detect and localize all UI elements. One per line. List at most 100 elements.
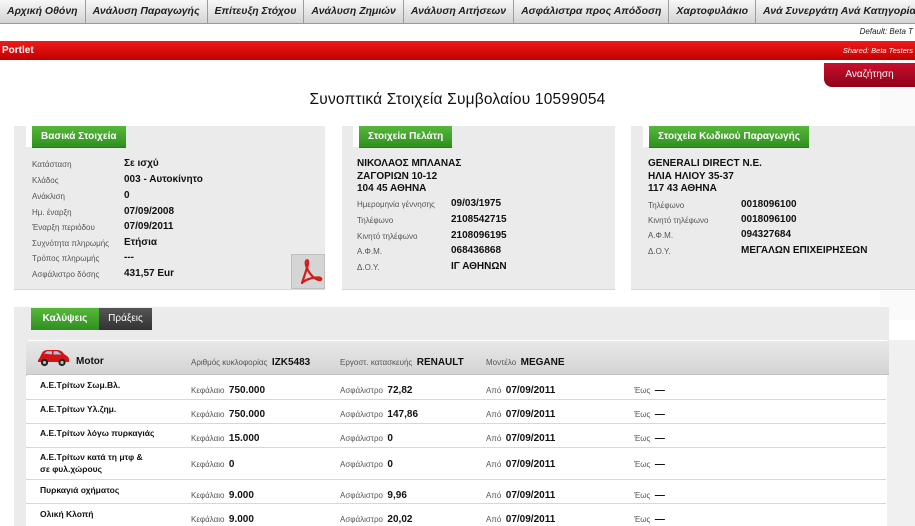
to-value: — [654,385,665,396]
nav-tab-premiums-to-return[interactable]: Ασφάλιστρα προς Απόδοση [514,0,670,23]
default-label: Default: Beta T [859,27,913,36]
maker-value: RENAULT [416,357,464,368]
top-navigation: Αρχική Οθόνη Ανάλυση Παραγωγής Επίτευξη … [0,0,915,24]
capital-label: Κεφάλαιο [191,434,225,443]
client-doy-value: ΙΓ ΑΘΗΝΩΝ [451,261,507,272]
tab-coverages[interactable]: Καλύψεις [31,308,99,330]
capital-value: 750.000 [228,409,266,420]
to-value: — [654,490,665,501]
premium-label: Ασφάλιστρο [340,386,383,395]
to-label: Έως [634,515,651,524]
premium-value: 72,82 [387,385,413,396]
nav-tab-requests-analysis[interactable]: Ανάλυση Αιτήσεων [403,0,515,23]
nav-tab-claims-analysis[interactable]: Ανάλυση Ζημιών [304,0,404,23]
coverage-name: Α.Ε.Τρίτων Υλ.ζημ. [40,404,117,414]
capital-value: 9.000 [228,490,254,501]
table-row: Α.Ε.Τρίτων Υλ.ζημ. Κεφάλαιο 750.000 Ασφά… [26,400,886,424]
nav-tab-by-partner-by-category[interactable]: Ανά Συνεργάτη Ανά Κατηγορία Προϊό [756,0,915,23]
coverage-name: Πυρκαγιά οχήματος [40,485,120,495]
right-gutter [887,340,915,526]
table-row: Α.Ε.Τρίτων Σωμ.Βλ. Κεφάλαιο 750.000 Ασφά… [26,376,886,400]
producer-mobile-value: 0018096100 [741,214,797,225]
table-row: Α.Ε.Τρίτων λόγω πυρκαγιάς Κεφάλαιο 15.00… [26,424,886,448]
client-doy-label: Δ.Ο.Υ. [357,263,380,272]
to-value: — [654,459,665,470]
premium-label: Ασφάλιστρο [340,460,383,469]
pdf-icon[interactable] [291,254,325,289]
branch-label: Κλάδος [32,176,59,185]
from-label: Από [486,386,502,395]
search-button[interactable]: Αναζήτηση [824,63,915,87]
tab-transactions[interactable]: Πράξεις [99,308,152,330]
client-address-street: ΖΑΓΟΡΙΩΝ 10-12 [357,171,438,182]
maker-label: Εργοστ. κατασκευής [340,358,413,367]
premium-label: Ασφάλιστρο [340,410,383,419]
payment-frequency-value: Ετήσια [124,237,158,248]
installment-premium-label: Ασφάλιστρο δόσης [32,270,100,279]
nav-tab-production-analysis[interactable]: Ανάλυση Παραγωγής [85,0,208,23]
producer-afm-value: 094327684 [741,229,792,240]
birth-date-label: Ημερομηνία γέννησης [357,200,435,209]
producer-doy-value: ΜΕΓΑΛΩΝ ΕΠΙΧΕΙΡΗΣΕΩΝ [741,245,868,256]
producer-phone-value: 0018096100 [741,199,797,210]
capital-value: 9.000 [228,514,254,525]
client-mobile-label: Κινητό τηλέφωνο [357,232,418,241]
nav-tab-portfolio[interactable]: Χαρτοφυλάκιο [669,0,757,23]
to-label: Έως [634,434,651,443]
capital-value: 750.000 [228,385,266,396]
coverage-name: Ολική Κλοπή [40,509,94,519]
coverage-name: Α.Ε.Τρίτων λόγω πυρκαγιάς [40,428,155,438]
page-title: Συνοπτικά Στοιχεία Συμβολαίου 10599054 [309,91,606,108]
producer-mobile-label: Κινητό τηλέφωνο [648,216,709,225]
table-row: Ολική Κλοπή Κεφάλαιο 9.000 Ασφάλιστρο 20… [26,504,886,526]
client-phone-value: 2108542715 [451,214,507,225]
capital-label: Κεφάλαιο [191,515,225,524]
producer-phone-label: Τηλέφωνο [648,201,685,210]
premium-value: 0 [387,459,393,470]
to-label: Έως [634,386,651,395]
to-value: — [654,409,665,420]
period-start-label: Έναρξη περιόδου [32,223,95,232]
installment-premium-value: 431,57 Eur [124,268,175,279]
from-label: Από [486,460,502,469]
recall-value: 0 [124,190,130,201]
start-date-label: Ημ. έναρξη [32,208,72,217]
plate-value: IZK5483 [271,357,311,368]
producer-address-street: ΗΛΙΑ ΗΛΙΟΥ 35-37 [648,171,734,182]
capital-label: Κεφάλαιο [191,491,225,500]
coverage-name: Α.Ε.Τρίτων Σωμ.Βλ. [40,380,121,390]
payment-frequency-label: Συχνότητα πληρωμής [32,239,110,248]
model-value: MEGANE [520,357,565,368]
coverage-name: Α.Ε.Τρίτων κατά τη μτφ & [40,452,143,462]
payment-method-label: Τρόπος πληρωμής [32,254,100,263]
nav-tab-target-achievement[interactable]: Επίτευξη Στόχου [207,0,305,23]
to-label: Έως [634,491,651,500]
capital-label: Κεφάλαιο [191,410,225,419]
premium-value: 0 [387,433,393,444]
portlet-title: Portlet [2,45,34,56]
producer-afm-label: Α.Φ.Μ. [648,231,674,240]
from-value: 07/09/2011 [505,409,556,420]
premium-value: 147,86 [387,409,419,420]
birth-date-value: 09/03/1975 [451,198,502,209]
client-info-tab[interactable]: Στοιχεία Πελάτη [352,126,453,147]
client-afm-value: 068436868 [451,245,502,256]
nav-tab-home[interactable]: Αρχική Οθόνη [0,0,86,23]
premium-label: Ασφάλιστρο [340,515,383,524]
from-label: Από [486,410,502,419]
premium-label: Ασφάλιστρο [340,491,383,500]
client-name: ΝΙΚΟΛΑΟΣ ΜΠΛΑΝΑΣ [357,158,462,169]
from-value: 07/09/2011 [505,459,556,470]
producer-info-tab[interactable]: Στοιχεία Κωδικού Παραγωγής [643,126,809,147]
basic-info-tab[interactable]: Βασικά Στοιχεία [26,126,126,147]
premium-value: 20,02 [387,514,413,525]
from-value: 07/09/2011 [505,490,556,501]
status-label: Κατάσταση [32,160,72,169]
status-value: Σε ισχύ [124,158,159,169]
client-phone-label: Τηλέφωνο [357,216,394,225]
premium-value: 9,96 [387,490,407,501]
client-mobile-value: 2108096195 [451,230,507,241]
capital-label: Κεφάλαιο [191,386,225,395]
car-icon [36,344,70,368]
portlet-bar: Portlet Shared: Beta Testers [0,41,915,60]
